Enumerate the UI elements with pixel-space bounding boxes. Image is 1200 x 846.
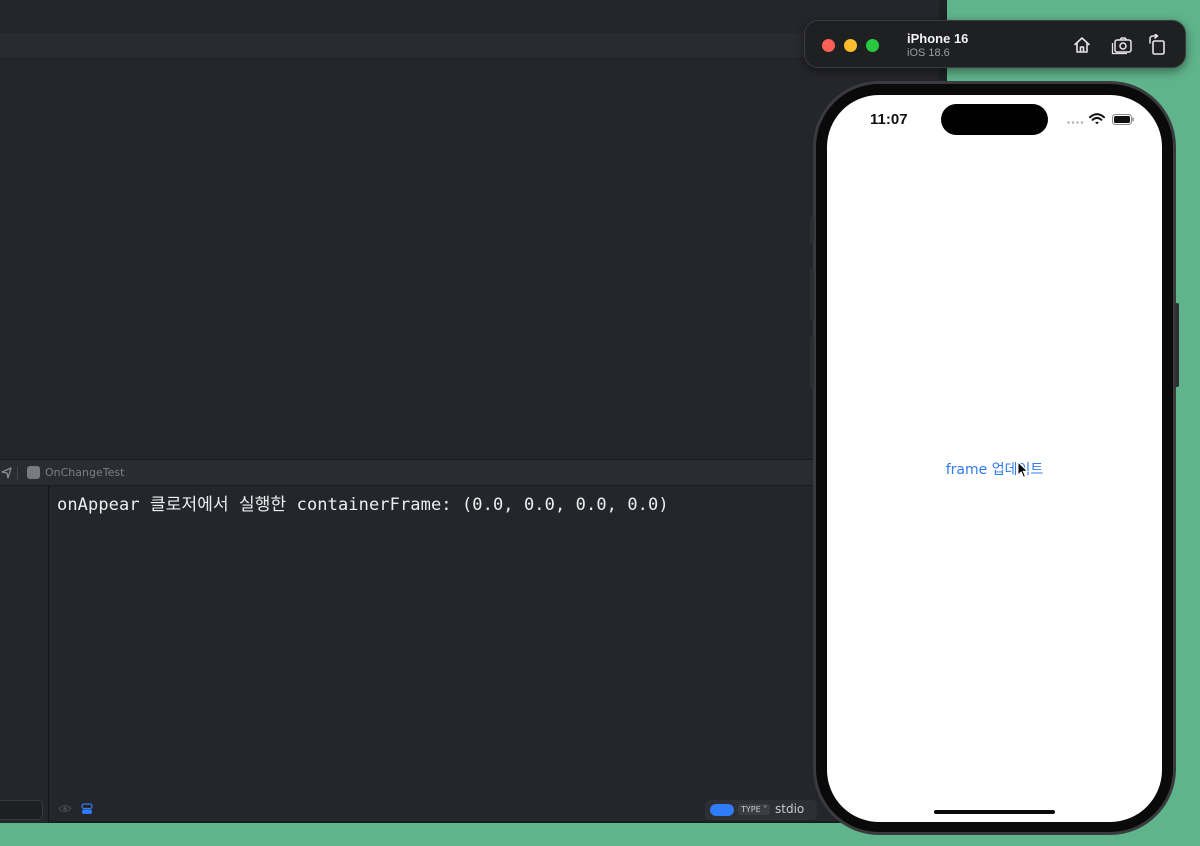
device-name: iPhone 16 — [907, 31, 969, 46]
mouse-cursor-icon — [1017, 461, 1029, 478]
os-version: iOS 18.6 — [907, 47, 950, 59]
zoom-button[interactable] — [866, 39, 879, 52]
rotate-button[interactable] — [1146, 33, 1170, 57]
type-dropdown[interactable]: TYPE ˅ — [738, 804, 771, 815]
eye-icon[interactable] — [58, 804, 72, 813]
code-editor[interactable] — [0, 0, 947, 459]
wifi-icon — [1089, 113, 1105, 125]
volume-down-button[interactable] — [810, 336, 814, 389]
stream-label: stdio — [775, 802, 805, 816]
variables-view — [0, 486, 49, 823]
divider — [50, 821, 947, 823]
dynamic-island — [941, 104, 1048, 135]
console-line: onAppear 클로저에서 실행한 containerFrame: (0.0,… — [57, 495, 669, 515]
status-time: 11:07 — [870, 111, 908, 128]
console-filter-pill[interactable]: TYPE ˅ stdio — [705, 800, 817, 820]
variables-filter-field[interactable] — [0, 800, 43, 820]
app-icon — [27, 466, 40, 479]
screenshot-icon — [1111, 37, 1132, 55]
phone-screen[interactable]: 11:07 frame 업데이트 — [827, 95, 1162, 822]
power-button[interactable] — [1175, 303, 1179, 387]
home-indicator[interactable] — [934, 810, 1055, 814]
filter-toggle[interactable] — [710, 804, 734, 816]
minimize-button[interactable] — [844, 39, 857, 52]
action-button[interactable] — [810, 217, 814, 244]
scheme-label[interactable]: OnChangeTest — [45, 466, 124, 479]
screenshot-button[interactable] — [1110, 33, 1134, 57]
home-icon — [1074, 37, 1090, 53]
simulator-title-bar: iPhone 16 iOS 18.6 — [804, 20, 1186, 68]
cellular-signal-icon — [1067, 121, 1084, 124]
debug-bar: OnChangeTest — [0, 459, 947, 486]
xcode-window: OnChangeTest onAppear 클로저에서 실행한 containe… — [0, 0, 947, 823]
home-button[interactable] — [1070, 33, 1094, 57]
volume-up-button[interactable] — [810, 268, 814, 321]
frame-update-button[interactable]: frame 업데이트 — [827, 459, 1162, 479]
rotate-icon — [1149, 34, 1165, 55]
battery-icon — [1112, 114, 1134, 125]
split-toggle-icon[interactable] — [81, 803, 93, 815]
divider — [17, 467, 18, 480]
location-icon[interactable] — [0, 465, 14, 481]
close-button[interactable] — [822, 39, 835, 52]
